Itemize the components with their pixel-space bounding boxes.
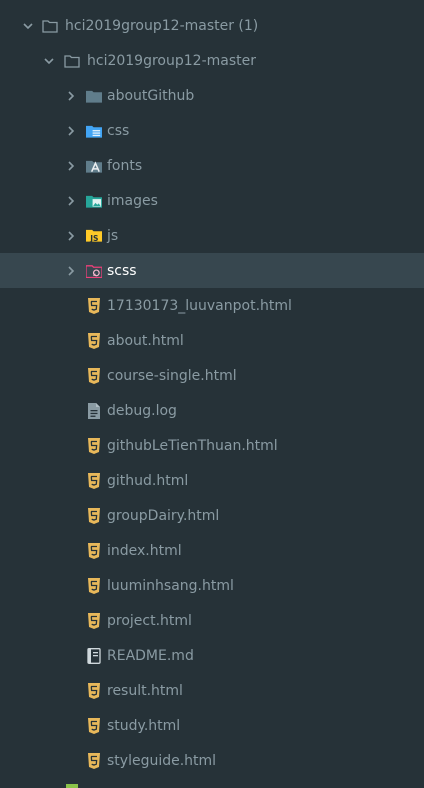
folder-icon [86,88,102,104]
readme-icon [86,647,102,664]
folder-open-icon [42,18,58,34]
folder-open-icon [64,53,80,69]
html5-icon [86,612,102,629]
file-icon [64,784,80,788]
tree-row-folder-scss[interactable]: scss [0,253,424,288]
tree-row-label: about.html [107,332,184,349]
html5-icon [86,717,102,734]
tree-row-file[interactable]: README.md [0,638,424,673]
chevron-right-icon[interactable] [64,229,78,243]
tree-row-folder-images[interactable]: images [0,183,424,218]
tree-row-file[interactable]: result.html [0,673,424,708]
tree-row-file[interactable]: about.html [0,323,424,358]
tree-row-label: 17130173_luuvanpot.html [107,297,292,314]
tree-row-label: githud.html [107,472,189,489]
tree-row-label: README.md [107,647,194,664]
tree-row-file[interactable]: githud.html [0,463,424,498]
tree-row-folder-aboutGithub[interactable]: aboutGithub [0,78,424,113]
chevron-right-icon[interactable] [64,194,78,208]
log-file-icon [86,402,102,419]
tree-row-label: githubLeTienThuan.html [107,437,278,454]
images-folder-icon [86,193,102,209]
project-file-tree: hci2019group12-master (1) hci2019group12… [0,0,424,788]
tree-row-label: hci2019group12-master (1) [65,17,259,34]
tree-row-file[interactable]: course-single.html [0,358,424,393]
html5-icon [86,577,102,594]
html5-icon [86,332,102,349]
tree-row-file[interactable]: project.html [0,603,424,638]
chevron-right-icon[interactable] [64,159,78,173]
tree-row-file[interactable]: study.html [0,708,424,743]
tree-row-label: result.html [107,682,183,699]
scss-folder-icon [86,263,102,279]
chevron-right-icon[interactable] [64,124,78,138]
js-folder-icon: JS [86,228,102,244]
tree-row-label: debug.log [107,402,177,419]
tree-row-folder-js[interactable]: JS js [0,218,424,253]
html5-icon [86,752,102,769]
tree-row-file[interactable]: 17130173_luuvanpot.html [0,288,424,323]
tree-row-folder-css[interactable]: css [0,113,424,148]
tree-row-label: scss [107,262,137,279]
tree-row-file[interactable]: index.html [0,533,424,568]
tree-row-label: luuminhsang.html [107,577,234,594]
tree-row-file[interactable]: githubLeTienThuan.html [0,428,424,463]
css-folder-icon [86,123,102,139]
tree-row-file[interactable]: styleguide.html [0,743,424,778]
tree-row-label: index.html [107,542,182,559]
tree-row-label: study.html [107,717,181,734]
chevron-down-icon[interactable] [21,19,35,33]
svg-text:JS: JS [89,234,98,243]
chevron-right-icon[interactable] [64,264,78,278]
chevron-right-icon[interactable] [64,89,78,103]
tree-row-label: aboutGithub [107,87,195,104]
tree-row-file[interactable]: debug.log [0,393,424,428]
tree-row-label: styleguide.html [107,752,217,769]
html5-icon [86,682,102,699]
html5-icon [86,472,102,489]
tree-row-file[interactable]: groupDairy.html [0,498,424,533]
tree-row-label: js [107,227,119,244]
tree-row-label: fonts [107,157,143,174]
tree-row-file[interactable]: luuminhsang.html [0,568,424,603]
html5-icon [86,542,102,559]
tree-row-label: project.html [107,612,192,629]
tree-row-label: images [107,192,158,209]
html5-icon [86,297,102,314]
html5-icon [86,367,102,384]
html5-icon [86,507,102,524]
chevron-down-icon[interactable] [42,54,56,68]
tree-row-project[interactable]: hci2019group12-master [0,43,424,78]
html5-icon [86,437,102,454]
tree-row-folder-fonts[interactable]: fonts [0,148,424,183]
tree-row-root[interactable]: hci2019group12-master (1) [0,8,424,43]
fonts-folder-icon [86,158,102,174]
tree-row-label: css [107,122,130,139]
tree-row-label: groupDairy.html [107,507,220,524]
tree-row-label: hci2019group12-master [87,52,256,69]
tree-row-label: course-single.html [107,367,237,384]
